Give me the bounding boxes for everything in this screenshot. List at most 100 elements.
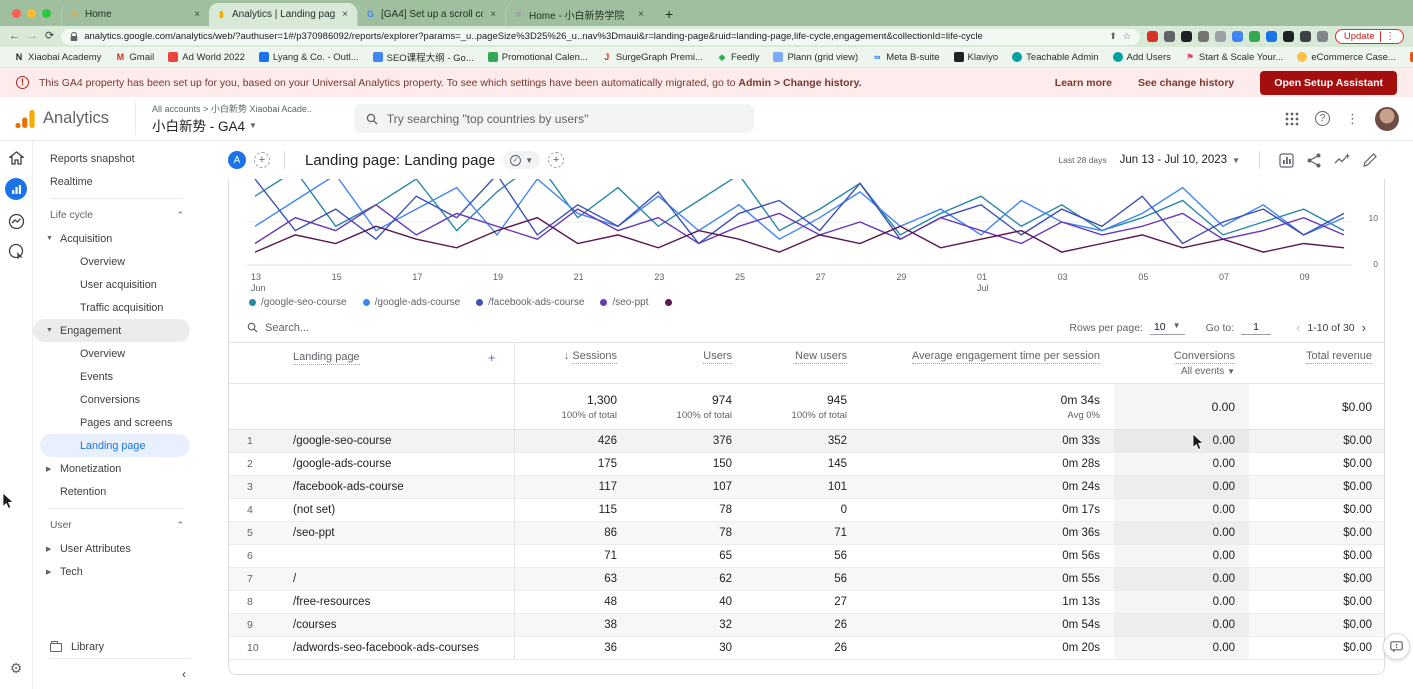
update-browser-button[interactable]: Update ⋮	[1335, 29, 1404, 44]
extension-icon[interactable]	[1198, 31, 1209, 42]
insights-icon[interactable]	[1334, 153, 1350, 167]
bookmark-lyang-co-outl[interactable]: Lyang & Co. - Outl...	[253, 52, 365, 63]
extension-icon[interactable]	[1283, 31, 1294, 42]
feedback-button[interactable]	[1383, 633, 1410, 660]
conversions-event-select[interactable]: All events ▼	[1128, 366, 1235, 377]
comparisons-icon[interactable]	[1279, 153, 1294, 168]
account-switcher[interactable]: All accounts > 小白新势 Xiaobai Acade.. 小白新势…	[135, 102, 312, 135]
sidebar-item-pages-and-screens[interactable]: Pages and screens	[33, 411, 200, 434]
column-header-users[interactable]: Users	[631, 343, 746, 384]
bookmark-meta-b-suite[interactable]: ∞Meta B-suite	[866, 52, 945, 63]
avatar[interactable]	[1375, 107, 1399, 131]
bookmark-gmail[interactable]: MGmail	[109, 52, 160, 63]
previous-page-icon[interactable]: ‹	[1296, 320, 1300, 335]
extension-icon[interactable]	[1232, 31, 1243, 42]
new-tab-button[interactable]: +	[653, 6, 685, 26]
sidebar-item-monetization[interactable]: ▶Monetization	[33, 457, 200, 480]
bookmark-plann-grid-view[interactable]: Plann (grid view)	[767, 52, 864, 63]
column-header-sessions[interactable]: ↓ Sessions	[514, 343, 631, 384]
legend-item-google-seo-course[interactable]: /google-seo-course	[249, 297, 347, 308]
legend-item-seo-ppt[interactable]: /seo-ppt	[600, 297, 648, 308]
extension-icon[interactable]	[1147, 31, 1158, 42]
search-input[interactable]: Try searching "top countries by users"	[354, 104, 754, 133]
see-change-history-link[interactable]: See change history	[1138, 77, 1234, 89]
table-row-4[interactable]: 4(not set)1157800m 17s0.00$0.00	[229, 499, 1385, 522]
legend-item[interactable]	[665, 299, 672, 306]
legend-item-facebook-ads-course[interactable]: /facebook-ads-course	[476, 297, 584, 308]
next-page-icon[interactable]: ›	[1362, 320, 1366, 335]
table-row-8[interactable]: 8/free-resources4840271m 13s0.00$0.00	[229, 591, 1385, 614]
column-header-new-users[interactable]: New users	[746, 343, 861, 384]
chevron-up-icon[interactable]: ⌃	[176, 210, 184, 221]
expand-open-icon[interactable]: ▼	[46, 327, 53, 334]
bookmark-promotional-calen[interactable]: Promotional Calen...	[482, 52, 594, 63]
address-bar[interactable]: analytics.google.com/analytics/web/?auth…	[61, 29, 1140, 45]
expand-closed-icon[interactable]: ▶	[46, 568, 51, 576]
column-header-engagement[interactable]: Average engagement time per session	[861, 343, 1114, 384]
table-row-7[interactable]: 7/6362560m 55s0.00$0.00	[229, 568, 1385, 591]
table-row-3[interactable]: 3/facebook-ads-course1171071010m 24s0.00…	[229, 476, 1385, 499]
home-icon[interactable]	[9, 151, 24, 165]
reports-icon[interactable]	[5, 178, 27, 200]
sidebar-item-user-attributes[interactable]: ▶User Attributes	[33, 537, 200, 560]
advertising-icon[interactable]	[8, 213, 25, 230]
sidebar-item-events[interactable]: Events	[33, 365, 200, 388]
sidebar-item-user-acquisition[interactable]: User acquisition	[33, 273, 200, 296]
browser-tab-analytics[interactable]: ▮Analytics | Landing page: Land×	[209, 3, 357, 26]
tab-close-icon[interactable]: ×	[192, 9, 202, 20]
table-row-9[interactable]: 9/courses3832260m 54s0.00$0.00	[229, 614, 1385, 637]
share-report-icon[interactable]	[1307, 153, 1321, 168]
collapse-nav-icon[interactable]: ‹	[182, 667, 186, 681]
table-row-1[interactable]: 1/google-seo-course4263763520m 33s0.00$0…	[229, 430, 1385, 453]
browser-tab-home[interactable]: ♥Home×	[61, 3, 209, 26]
table-search-input[interactable]: Search...	[247, 322, 309, 334]
tab-close-icon[interactable]: ×	[340, 9, 350, 20]
bookmark-xiaobai-academy[interactable]: NXiaobai Academy	[8, 52, 107, 63]
add-comparison-icon[interactable]: +	[254, 152, 270, 168]
sidebar-item-reports-snapshot[interactable]: Reports snapshot	[33, 147, 200, 170]
extension-icon[interactable]	[1215, 31, 1226, 42]
all-users-segment-badge[interactable]: A	[228, 151, 246, 169]
edit-report-icon[interactable]	[1363, 153, 1377, 167]
learn-more-link[interactable]: Learn more	[1055, 77, 1112, 89]
bookmark-add-users[interactable]: Add Users	[1107, 52, 1177, 63]
back-icon[interactable]: ←	[9, 31, 20, 42]
extension-icon[interactable]	[1300, 31, 1311, 42]
add-column-icon[interactable]: +	[488, 350, 496, 365]
open-setup-assistant-button[interactable]: Open Setup Assistant	[1260, 71, 1397, 95]
bookmark-ecommerce-case[interactable]: eCommerce Case...	[1291, 52, 1401, 63]
tab-close-icon[interactable]: ×	[636, 9, 646, 20]
admin-gear-icon[interactable]: ⚙	[10, 660, 23, 677]
extension-icon[interactable]	[1249, 31, 1260, 42]
bookmark-surgegraph-premi[interactable]: JSurgeGraph Premi...	[596, 52, 709, 63]
sidebar-item-realtime[interactable]: Realtime	[33, 170, 200, 193]
share-icon[interactable]: ⬆	[1109, 31, 1117, 42]
help-icon[interactable]: ?	[1315, 111, 1330, 126]
line-chart[interactable]	[247, 179, 1352, 269]
sidebar-item-library[interactable]: Library	[50, 641, 104, 653]
tab-close-icon[interactable]: ×	[488, 9, 498, 20]
maximize-window-icon[interactable]	[42, 9, 51, 18]
bookmark-klaviyo[interactable]: Klaviyo	[948, 52, 1005, 63]
extension-icon[interactable]	[1317, 31, 1328, 42]
browser-tab-ga4-set-up[interactable]: G[GA4] Set up a scroll conversi×	[357, 3, 505, 26]
expand-closed-icon[interactable]: ▶	[46, 545, 51, 553]
close-window-icon[interactable]	[12, 9, 21, 18]
bookmark-ad-world-2022[interactable]: Ad World 2022	[162, 52, 251, 63]
reload-icon[interactable]: ⟳	[45, 31, 54, 42]
sidebar-item-tech[interactable]: ▶Tech	[33, 560, 200, 583]
bookmark-teachable-admin[interactable]: Teachable Admin	[1006, 52, 1104, 63]
extension-icon[interactable]	[1266, 31, 1277, 42]
dimension-chip[interactable]: ✓ ▼	[503, 151, 540, 169]
chevron-up-icon[interactable]: ⌃	[176, 520, 184, 531]
update-menu-icon[interactable]: ⋮	[1380, 31, 1396, 42]
forward-icon[interactable]: →	[27, 31, 38, 42]
expand-open-icon[interactable]: ▼	[46, 235, 53, 242]
date-range-picker[interactable]: Jun 13 - Jul 10, 2023▼	[1120, 154, 1240, 166]
column-header-conversions[interactable]: Conversions All events ▼	[1114, 343, 1249, 384]
expand-closed-icon[interactable]: ▶	[46, 465, 51, 473]
sidebar-section-user[interactable]: User⌃	[33, 514, 200, 537]
bookmark-feedly[interactable]: ◆Feedly	[711, 52, 766, 63]
minimize-window-icon[interactable]	[27, 9, 36, 18]
legend-item-google-ads-course[interactable]: /google-ads-course	[363, 297, 461, 308]
